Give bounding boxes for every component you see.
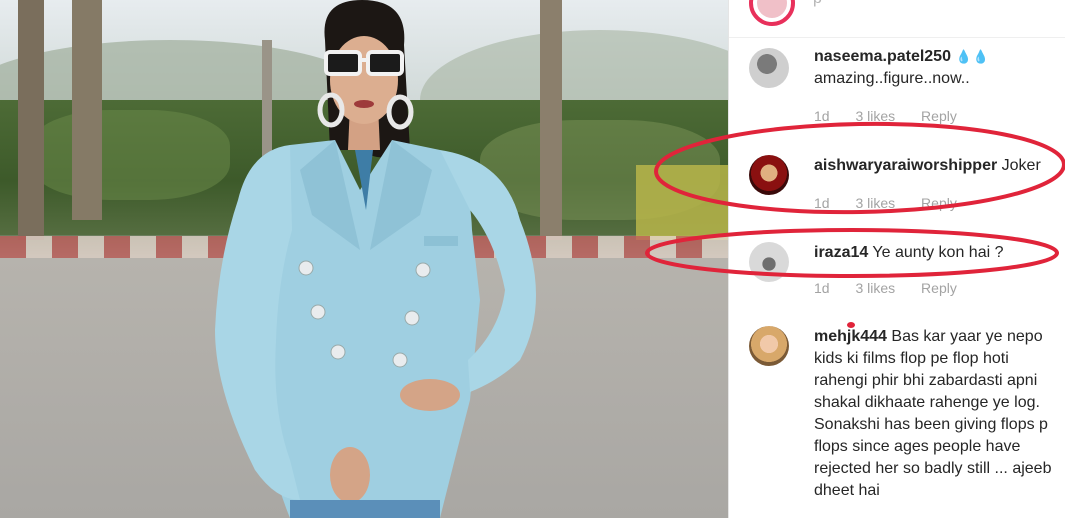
- comment-text: Bas kar yaar ye nepo kids ki films flop …: [814, 328, 1052, 499]
- comment-username[interactable]: aishwaryaraiworshipper: [814, 157, 997, 174]
- post-header: p: [729, 0, 1065, 38]
- comment-username[interactable]: iraza14: [814, 244, 868, 261]
- commenter-avatar[interactable]: [749, 48, 789, 88]
- comment-text: Ye aunty kon hai ?: [872, 244, 1004, 261]
- commenter-avatar[interactable]: [749, 326, 789, 366]
- comments-panel: p naseema.patel250 💧💧 amazing..figure..n…: [728, 0, 1065, 518]
- comment-text: amazing..figure..now..: [814, 70, 970, 87]
- post-photo: [0, 0, 728, 518]
- comment-text: Joker: [1001, 157, 1041, 174]
- water-drop-emoji: 💧💧: [955, 49, 990, 64]
- comment-likes[interactable]: 3 likes: [855, 280, 895, 296]
- comment-likes[interactable]: 3 likes: [855, 108, 895, 124]
- commenter-avatar[interactable]: [749, 242, 789, 282]
- comment-username[interactable]: mehjk444: [814, 328, 887, 345]
- comment-time[interactable]: 1d: [814, 280, 830, 296]
- comment-time[interactable]: 1d: [814, 195, 830, 211]
- comment-time[interactable]: 1d: [814, 108, 830, 124]
- reply-button[interactable]: Reply: [921, 108, 957, 124]
- post-author-avatar[interactable]: [749, 0, 795, 26]
- comment-likes[interactable]: 3 likes: [855, 195, 895, 211]
- reply-button[interactable]: Reply: [921, 280, 957, 296]
- commenter-avatar[interactable]: [749, 155, 789, 195]
- reply-button[interactable]: Reply: [921, 195, 957, 211]
- comment-username[interactable]: naseema.patel250: [814, 48, 951, 65]
- post-author-username[interactable]: p: [813, 0, 822, 8]
- woman-in-denim-blazer: [215, 0, 536, 518]
